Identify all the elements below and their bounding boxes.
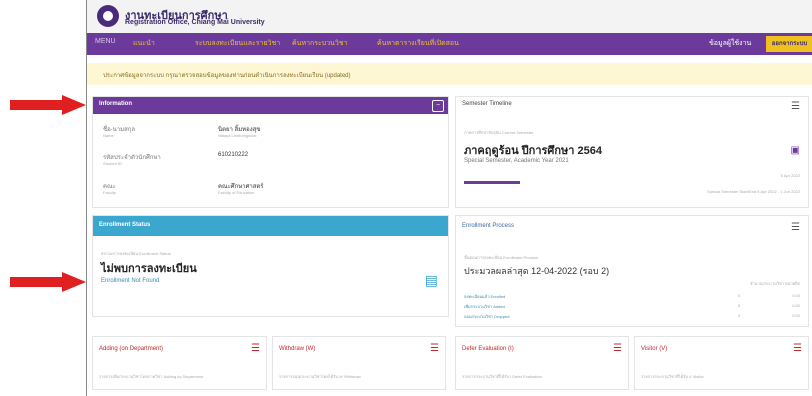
nav-user-menu[interactable]: ข้อมูลผู้ใช้งาน bbox=[709, 38, 751, 49]
enrollment-process-title: Enrollment Process bbox=[462, 223, 515, 229]
calendar-icon: ▣ bbox=[790, 145, 800, 156]
process-row-count: 0 bbox=[738, 293, 741, 298]
process-row-credits: 0.00 bbox=[792, 313, 800, 318]
enrollment-status-value-en: Enrollment Not Found bbox=[101, 278, 160, 284]
adding-desc: รายการเพิ่มกระบวนวิชาโดยภาควิชา Adding b… bbox=[99, 374, 204, 379]
hamburger-menu-icon[interactable]: ☰ bbox=[430, 343, 439, 354]
semester-panel-header: Semester Timeline bbox=[456, 97, 808, 114]
enrollment-status-header: Enrollment Status bbox=[93, 216, 448, 236]
defer-evaluation-desc: รายการกระบวนวิชาที่ได้รับ I Defer Evalua… bbox=[462, 374, 542, 379]
semester-name-en: Special Semester, Academic Year 2021 bbox=[464, 158, 569, 164]
annotation-arrow-information bbox=[10, 95, 86, 115]
information-panel-header: Information − bbox=[93, 97, 448, 114]
defer-evaluation-panel: Defer Evaluation (I) ☰ รายการกระบวนวิชาท… bbox=[455, 336, 629, 390]
nav-menu-label[interactable]: MENU bbox=[95, 38, 116, 45]
withdraw-panel: Withdraw (W) ☰ รายการถอนกระบวนวิชาโดยได้… bbox=[272, 336, 446, 390]
logout-button[interactable]: ออกจากระบบ bbox=[766, 36, 812, 52]
process-row-credits: 0.00 bbox=[792, 303, 800, 308]
semester-small-label: ภาคการศึกษาปัจจุบัน Current Semester bbox=[464, 130, 534, 135]
adding-title: Adding (on Department) bbox=[99, 346, 164, 352]
info-faculty-sublabel: Faculty bbox=[103, 190, 116, 195]
site-subtitle: Registration Office, Chiang Mai Universi… bbox=[125, 19, 265, 26]
collapse-icon[interactable]: − bbox=[432, 100, 444, 112]
hamburger-menu-icon[interactable]: ☰ bbox=[791, 101, 800, 112]
enrollment-process-panel: Enrollment Process ☰ ขั้นตอนการลงทะเบียน… bbox=[455, 215, 809, 327]
enrollment-process-header: Enrollment Process bbox=[456, 216, 808, 233]
hamburger-menu-icon[interactable]: ☰ bbox=[251, 343, 260, 354]
info-student-id-sublabel: Student ID bbox=[103, 161, 122, 166]
hamburger-menu-icon[interactable]: ☰ bbox=[613, 343, 622, 354]
enrollment-process-col-header: จำนวนกระบวนวิชา หน่วยกิต bbox=[750, 281, 800, 286]
enrollment-process-small-label: ขั้นตอนการลงทะเบียน Enrollment Process bbox=[464, 255, 538, 260]
annotation-arrow-enrollment-status bbox=[10, 272, 86, 292]
info-student-id-value: 610210222 bbox=[218, 152, 249, 158]
list-icon: ▤ bbox=[424, 272, 438, 288]
info-name-sublabel: Name bbox=[103, 133, 114, 138]
withdraw-title: Withdraw (W) bbox=[279, 346, 316, 352]
main-navbar: MENU แนะนำ ระบบลงทะเบียนและรายวิชา ค้นหา… bbox=[87, 33, 812, 55]
info-faculty-subvalue: Faculty of Education bbox=[218, 190, 255, 195]
process-row-label[interactable]: เพิ่มกระบวนวิชา Added bbox=[464, 303, 505, 310]
notice-text: ประกาศข้อมูลจากระบบ กรุณาตรวจสอบข้อมูลขอ… bbox=[103, 73, 351, 79]
defer-evaluation-title: Defer Evaluation (I) bbox=[462, 346, 514, 352]
browser-page: งานทะเบียนการศึกษา Registration Office, … bbox=[86, 0, 812, 396]
university-logo-icon bbox=[97, 5, 119, 27]
process-row-count: 0 bbox=[738, 303, 741, 308]
withdraw-desc: รายการถอนกระบวนวิชาโดยได้รับ W Withdraw bbox=[279, 374, 361, 379]
semester-date-right: 5 Apr 2022 bbox=[780, 173, 800, 178]
enrollment-process-announce: ประมวลผลล่าสุด 12-04-2022 (รอบ 2) bbox=[464, 266, 610, 276]
semester-timeline-panel: Semester Timeline ☰ ภาคการศึกษาปัจจุบัน … bbox=[455, 96, 809, 208]
nav-item-course-search[interactable]: ค้นหากระบวนวิชา bbox=[292, 38, 348, 49]
nav-item-home[interactable]: แนะนำ bbox=[133, 38, 155, 49]
notice-bar: ประกาศข้อมูลจากระบบ กรุณาตรวจสอบข้อมูลขอ… bbox=[87, 63, 812, 85]
nav-item-schedule-search[interactable]: ค้นหาตารางเรียนที่เปิดสอน bbox=[377, 38, 459, 49]
process-row-count: 0 bbox=[738, 313, 741, 318]
semester-name: ภาคฤดูร้อน ปีการศึกษา 2564 bbox=[464, 145, 603, 157]
visitor-title: Visitor (V) bbox=[641, 346, 668, 352]
visitor-panel: Visitor (V) ☰ รายการกระบวนวิชาที่ได้รับ … bbox=[634, 336, 809, 390]
adding-panel: Adding (on Department) ☰ รายการเพิ่มกระบ… bbox=[92, 336, 267, 390]
hamburger-menu-icon[interactable]: ☰ bbox=[791, 222, 800, 233]
process-row-credits: 0.00 bbox=[792, 293, 800, 298]
enrollment-status-small-label: สถานะการลงทะเบียน Enrollment Status bbox=[101, 251, 171, 256]
process-row-label[interactable]: ถอนกระบวนวิชา Dropped bbox=[464, 313, 509, 320]
process-row-label[interactable]: ลงทะเบียนแล้ว Enrolled bbox=[464, 293, 505, 300]
semester-range: Special Semester Start/End 5 Apr 2022 - … bbox=[707, 189, 800, 194]
hamburger-menu-icon[interactable]: ☰ bbox=[793, 343, 802, 354]
enrollment-status-panel: Enrollment Status สถานะการลงทะเบียน Enro… bbox=[92, 215, 449, 317]
enrollment-status-value: ไม่พบการลงทะเบียน bbox=[101, 263, 197, 275]
visitor-desc: รายการกระบวนวิชาที่ได้รับ V Visitor bbox=[641, 374, 704, 379]
semester-title: Semester Timeline bbox=[462, 101, 512, 107]
enrollment-status-title: Enrollment Status bbox=[99, 222, 151, 228]
nav-item-registration[interactable]: ระบบลงทะเบียนและรายวิชา bbox=[195, 38, 280, 49]
info-name-subvalue: Nittaya Limthongsook bbox=[218, 133, 257, 138]
site-header: งานทะเบียนการศึกษา Registration Office, … bbox=[87, 0, 812, 33]
information-panel: Information − ชื่อ-นามสกุล Name นิตยา ลิ… bbox=[92, 96, 449, 208]
timeline-progress-bar bbox=[464, 181, 520, 184]
information-title: Information bbox=[99, 101, 132, 107]
